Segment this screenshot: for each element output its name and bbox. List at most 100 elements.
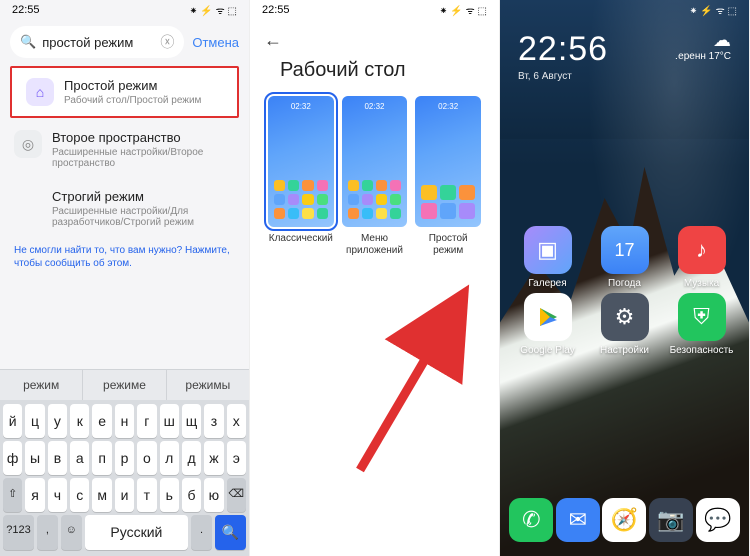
result-strict-mode[interactable]: Строгий режим Расширенные настройки/Для … [0,179,249,238]
key[interactable]: к [70,404,89,438]
key[interactable]: м [92,478,111,512]
status-time: 22:55 [12,4,40,16]
space-icon: ◎ [14,130,42,158]
screen-search-settings: 22:55 ⁕ ⚡ ᯤ ⬚ 🔍 простой режим ⓧ Отмена ⌂… [0,0,250,556]
key[interactable]: б [182,478,201,512]
key[interactable]: о [137,441,156,475]
screen-home: ⁕ ⚡ ᯤ ⬚ 22:56 Вт, 6 Август ☁ ․еренн 17°C… [500,0,750,556]
key[interactable]: ь [160,478,179,512]
cancel-button[interactable]: Отмена [192,35,239,50]
result-sub: Расширенные настройки/Второе пространств… [52,147,235,169]
key[interactable]: у [48,404,67,438]
key[interactable]: ш [160,404,179,438]
key[interactable]: ☺ [61,515,82,550]
key[interactable]: н [115,404,134,438]
status-icons: ⁕ ⚡ ᯤ ⬚ [439,3,487,17]
key[interactable]: ы [25,441,44,475]
key[interactable]: ч [48,478,67,512]
app-Безопасность[interactable]: ⛨Безопасность [666,293,737,356]
key[interactable]: л [160,441,179,475]
annotation-arrow [350,280,480,480]
key[interactable]: г [137,404,156,438]
result-simple-mode[interactable]: ⌂ Простой режим Рабочий стол/Простой реж… [10,66,239,118]
result-title: Простой режим [64,78,223,93]
key[interactable]: Русский [85,515,189,550]
status-bar: 22:55 ⁕ ⚡ ᯤ ⬚ [0,0,249,20]
blank-icon [14,189,42,217]
app-grid: ▣Галерея17Погода♪Музыка Google Play⚙Настр… [500,86,749,356]
screen-desktop-style: 22:55 ⁕ ⚡ ᯤ ⬚ ← Рабочий стол 02:32Класси… [250,0,500,556]
key[interactable]: ⌫ [227,478,246,512]
key[interactable]: ⇧ [3,478,22,512]
key[interactable]: ?123 [3,515,34,550]
key[interactable]: и [115,478,134,512]
key[interactable]: д [182,441,201,475]
search-icon: 🔍 [20,34,36,50]
back-button[interactable]: ← [264,30,282,51]
style-options: 02:32Классический02:32Меню приложений02:… [250,96,499,257]
page-title: Рабочий стол [250,55,499,96]
key[interactable]: ю [204,478,223,512]
key[interactable]: з [204,404,223,438]
key[interactable]: ж [204,441,223,475]
key[interactable]: я [25,478,44,512]
status-icons: ⁕ ⚡ ᯤ ⬚ [689,3,737,17]
result-sub: Рабочий стол/Простой режим [64,95,223,106]
key[interactable]: п [92,441,111,475]
keyboard-suggestions: режим режиме режимы [0,369,249,400]
style-option[interactable]: 02:32Простой режим [415,96,481,257]
search-input[interactable]: 🔍 простой режим ⓧ [10,26,184,58]
key[interactable]: р [115,441,134,475]
cloud-icon: ☁ [675,30,731,51]
key[interactable]: е [92,404,111,438]
home-icon: ⌂ [26,78,54,106]
dock: ✆✉🧭📷💬 [508,498,741,546]
key[interactable]: щ [182,404,201,438]
result-second-space[interactable]: ◎ Второе пространство Расширенные настро… [0,120,249,179]
clock-date: Вт, 6 Август [518,71,608,82]
style-option[interactable]: 02:32Меню приложений [342,96,408,257]
dock-app[interactable]: 💬 [696,498,740,542]
app-Погода[interactable]: 17Погода [589,226,660,289]
key[interactable]: с [70,478,89,512]
dock-app[interactable]: 📷 [649,498,693,542]
help-link[interactable]: Не смогли найти то, что вам нужно? Нажми… [0,238,249,276]
key[interactable]: х [227,404,246,438]
result-title: Второе пространство [52,130,235,145]
clock-time: 22:56 [518,30,608,69]
search-query: простой режим [42,35,154,50]
key[interactable]: э [227,441,246,475]
key[interactable]: . [191,515,212,550]
status-bar: 22:55 ⁕ ⚡ ᯤ ⬚ [250,0,499,20]
status-time: 22:55 [262,4,290,16]
key[interactable]: , [37,515,58,550]
key[interactable]: й [3,404,22,438]
key[interactable]: а [70,441,89,475]
key[interactable]: ф [3,441,22,475]
suggestion[interactable]: режим [0,370,83,400]
clock-widget[interactable]: 22:56 Вт, 6 Август ☁ ․еренн 17°C [500,20,749,86]
weather-widget[interactable]: ☁ ․еренн 17°C [675,30,731,62]
key[interactable]: т [137,478,156,512]
key[interactable]: в [48,441,67,475]
status-bar: ⁕ ⚡ ᯤ ⬚ [500,0,749,20]
dock-app[interactable]: ✉ [556,498,600,542]
dock-app[interactable]: ✆ [509,498,553,542]
key[interactable]: ц [25,404,44,438]
app-Google Play[interactable]: Google Play [512,293,583,356]
result-title: Строгий режим [52,189,235,204]
app-Галерея[interactable]: ▣Галерея [512,226,583,289]
dock-app[interactable]: 🧭 [602,498,646,542]
clear-icon[interactable]: ⓧ [160,32,174,52]
suggestion[interactable]: режимы [167,370,249,400]
style-option[interactable]: 02:32Классический [268,96,334,257]
header: ← [250,20,499,55]
status-icons: ⁕ ⚡ ᯤ ⬚ [189,3,237,17]
keyboard: йцукенгшщзх фывапролджэ ⇧ячсмитьбю⌫ ?123… [0,400,249,556]
search-row: 🔍 простой режим ⓧ Отмена [0,20,249,64]
app-Настройки[interactable]: ⚙Настройки [589,293,660,356]
app-Музыка[interactable]: ♪Музыка [666,226,737,289]
key[interactable]: 🔍 [215,515,246,550]
suggestion[interactable]: режиме [83,370,166,400]
result-sub: Расширенные настройки/Для разработчиков/… [52,206,235,228]
